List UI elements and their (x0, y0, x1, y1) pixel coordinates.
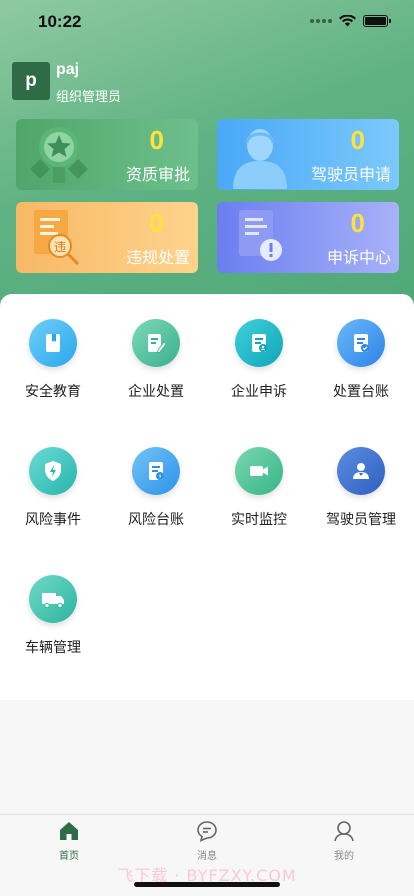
menu-item-handling-ledger[interactable]: 处置台账 (309, 319, 413, 409)
menu-label: 企业申诉 (231, 384, 287, 400)
menu-panel: 安全教育 企业处置 企业申诉 处置台账 风险事件 风险台账 实时监控 驾驶员管理… (0, 294, 414, 700)
stat-card-driver-application[interactable]: 0 驾驶员申请 (217, 119, 399, 190)
stat-value: 0 (149, 208, 164, 238)
menu-item-enterprise-handling[interactable]: 企业处置 (104, 319, 208, 409)
battery-icon (363, 15, 391, 27)
menu-label: 车辆管理 (25, 640, 81, 656)
menu-item-risk-ledger[interactable]: 风险台账 (104, 447, 208, 537)
menu-label: 风险台账 (128, 512, 184, 528)
menu-label: 实时监控 (231, 512, 287, 528)
book-icon (29, 319, 77, 367)
violation-document-icon: 违 (34, 210, 80, 266)
document-user-icon (235, 319, 283, 367)
stat-label: 驾驶员申请 (310, 165, 391, 184)
menu-label: 安全教育 (25, 384, 81, 400)
menu-item-driver-management[interactable]: 驾驶员管理 (309, 447, 413, 537)
tab-label: 消息 (197, 851, 217, 862)
tab-label: 我的 (334, 851, 354, 862)
chat-bubble-icon (197, 821, 217, 842)
driver-person-icon (233, 129, 287, 189)
menu-item-live-monitoring[interactable]: 实时监控 (207, 447, 311, 537)
status-time: 10:22 (38, 12, 82, 31)
wifi-icon (339, 15, 356, 27)
menu-label: 企业处置 (128, 384, 184, 400)
document-check-icon (337, 319, 385, 367)
appeal-document-icon (239, 210, 282, 261)
stat-value: 0 (350, 208, 365, 238)
status-icons (310, 15, 391, 27)
menu-item-risk-events[interactable]: 风险事件 (1, 447, 105, 537)
user-name: paj (56, 61, 80, 78)
home-icon (60, 822, 78, 840)
tab-profile[interactable]: 我的 (304, 819, 384, 862)
stat-label: 资质审批 (125, 165, 190, 184)
shield-bolt-icon (29, 447, 77, 495)
menu-item-vehicle-management[interactable]: 车辆管理 (1, 575, 105, 665)
menu-item-enterprise-appeal[interactable]: 企业申诉 (207, 319, 311, 409)
video-camera-icon (235, 447, 283, 495)
svg-text:违: 违 (54, 240, 66, 254)
menu-label: 风险事件 (25, 512, 81, 528)
stat-value: 0 (149, 125, 164, 155)
home-indicator[interactable] (134, 882, 280, 887)
stat-label: 违规处置 (125, 248, 190, 267)
stat-card-violation-handling[interactable]: 违 0 违规处置 (16, 202, 198, 273)
status-bar: 10:22 (0, 0, 414, 44)
user-icon (334, 821, 354, 842)
medal-icon (30, 127, 88, 183)
stat-value: 0 (350, 125, 365, 155)
document-edit-icon (132, 319, 180, 367)
stat-label: 申诉中心 (326, 248, 391, 267)
tab-home[interactable]: 首页 (29, 819, 109, 862)
avatar[interactable]: p (12, 62, 50, 100)
driver-icon (337, 447, 385, 495)
stat-card-appeal-center[interactable]: 0 申诉中心 (217, 202, 399, 273)
user-role: 组织管理员 (56, 90, 122, 105)
tab-messages[interactable]: 消息 (167, 819, 247, 862)
cellular-signal-icon (310, 19, 332, 23)
truck-icon (29, 575, 77, 623)
stat-card-qualification-approval[interactable]: 0 资质审批 (16, 119, 198, 190)
ledger-bolt-icon (132, 447, 180, 495)
menu-item-safety-education[interactable]: 安全教育 (1, 319, 105, 409)
tab-label: 首页 (59, 851, 79, 862)
menu-label: 处置台账 (333, 384, 389, 400)
menu-label: 驾驶员管理 (326, 512, 396, 528)
